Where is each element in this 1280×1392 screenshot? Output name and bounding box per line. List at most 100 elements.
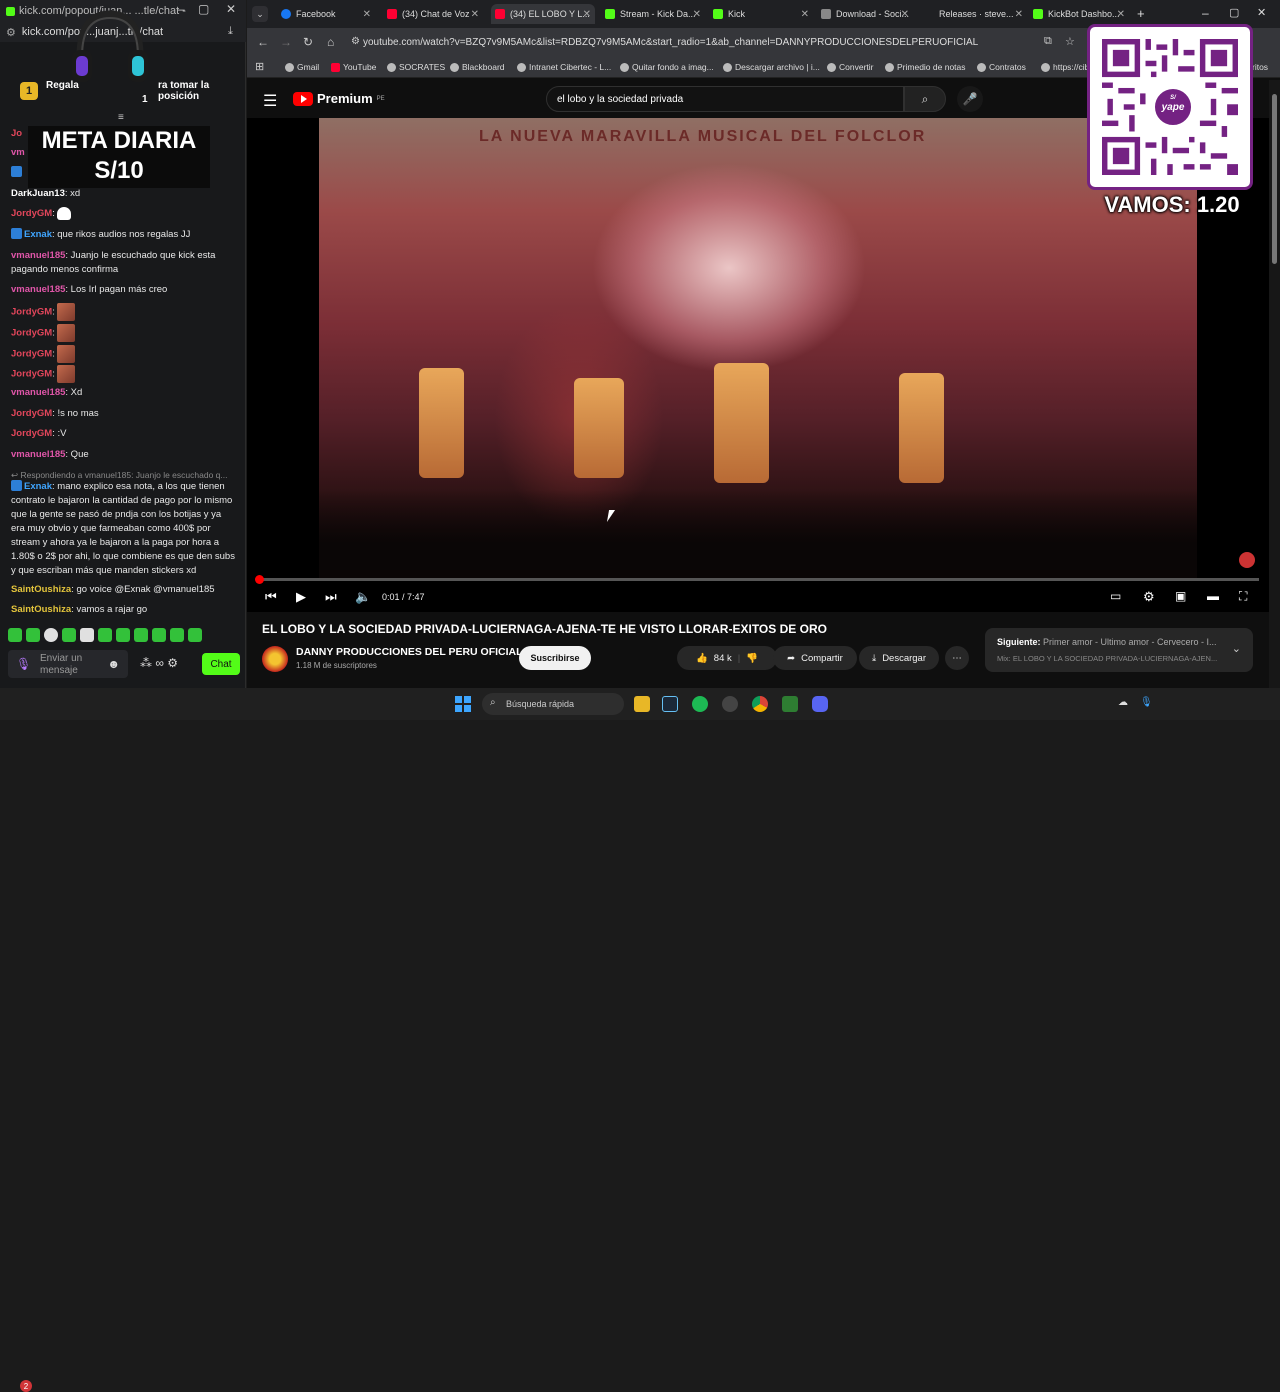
search-button[interactable]: ⌕ bbox=[904, 86, 946, 112]
emote-icon[interactable] bbox=[62, 628, 76, 642]
like-icon[interactable]: 👍 bbox=[696, 653, 708, 664]
tab-kick[interactable]: Kick ✕ bbox=[709, 4, 813, 24]
channel-watermark-icon[interactable] bbox=[1239, 552, 1255, 568]
emoji-picker-icon[interactable]: ☻ bbox=[107, 657, 120, 671]
apps-grid-icon[interactable]: ⊞ bbox=[255, 60, 264, 73]
chat-message-input[interactable]: 🎙 Enviar un mensaje ☻ bbox=[8, 650, 128, 678]
emote-icon[interactable] bbox=[44, 628, 58, 642]
forward-icon[interactable]: → bbox=[280, 35, 292, 49]
notification-badge[interactable]: 2 bbox=[20, 1380, 32, 1392]
like-count[interactable]: 84 k bbox=[714, 653, 732, 664]
chrome-icon[interactable] bbox=[752, 696, 768, 712]
download-icon[interactable]: ⤓ bbox=[228, 25, 233, 38]
search-input[interactable]: el lobo y la sociedad privada bbox=[546, 86, 904, 112]
volume-icon[interactable]: 🔈 bbox=[355, 589, 371, 605]
tray-mic-icon[interactable]: 🎙 bbox=[1140, 697, 1153, 708]
scrubber-handle[interactable] bbox=[255, 575, 265, 584]
emote-icon[interactable] bbox=[170, 628, 184, 642]
tab-kickbot[interactable]: KickBot Dashbo... ✕ bbox=[1029, 4, 1129, 24]
settings-icon[interactable]: ⚙ bbox=[1143, 589, 1155, 605]
bookmark-gmail[interactable]: Gmail bbox=[285, 62, 319, 72]
fullscreen-icon[interactable]: ⛶ bbox=[1239, 589, 1247, 604]
tab-el-lobo[interactable]: (34) EL LOBO Y L... ✕ bbox=[491, 4, 595, 24]
minimize-icon[interactable]: – bbox=[178, 2, 185, 16]
emote-icon[interactable] bbox=[116, 628, 130, 642]
tray-icon[interactable]: ☁ bbox=[1118, 697, 1128, 708]
cast-icon[interactable]: ⧉ bbox=[1044, 35, 1052, 48]
steam-icon[interactable] bbox=[662, 696, 678, 712]
scrollbar-thumb[interactable] bbox=[1272, 94, 1277, 264]
youtube-premium-logo[interactable]: Premium PE bbox=[293, 91, 385, 106]
emote-icon[interactable] bbox=[134, 628, 148, 642]
tab-stream-kick[interactable]: Stream - Kick Da... ✕ bbox=[601, 4, 705, 24]
file-explorer-icon[interactable] bbox=[634, 696, 650, 712]
tab-download[interactable]: Download - Soci... ✕ bbox=[817, 4, 913, 24]
bookmark-cibertec[interactable]: https://cib bbox=[1041, 62, 1089, 72]
bookmark-quitar-fondo[interactable]: Quitar fondo a imag... bbox=[620, 62, 714, 72]
windows-start-icon[interactable] bbox=[455, 696, 471, 712]
pinned-message[interactable]: 1 Regala ra tomar la posición 1 bbox=[8, 74, 240, 110]
emote-icon[interactable] bbox=[98, 628, 112, 642]
close-icon[interactable]: ✕ bbox=[226, 2, 236, 16]
tab-chat-de-voz[interactable]: (34) Chat de Voz ✕ bbox=[383, 4, 483, 24]
site-info-icon[interactable]: ⚙ bbox=[6, 26, 16, 39]
bookmark-favoritos[interactable]: ritos bbox=[1252, 62, 1268, 72]
page-scrollbar[interactable] bbox=[1269, 80, 1280, 688]
bookmark-contratos[interactable]: Contratos bbox=[977, 62, 1026, 72]
new-tab-icon[interactable]: + bbox=[1137, 6, 1145, 21]
mic-icon[interactable]: 🎙 bbox=[16, 657, 31, 671]
chat-send-button[interactable]: Chat bbox=[202, 653, 240, 675]
emote-icon[interactable] bbox=[152, 628, 166, 642]
bookmark-youtube[interactable]: YouTube bbox=[331, 62, 376, 72]
more-actions-icon[interactable]: ⋯ bbox=[945, 646, 969, 670]
video-frame[interactable]: LA NUEVA MARAVILLA MUSICAL DEL FOLCLOR bbox=[319, 118, 1197, 580]
miniplayer-icon[interactable]: ▣ bbox=[1175, 589, 1186, 603]
discord-icon[interactable] bbox=[812, 696, 828, 712]
bookmark-intranet[interactable]: Intranet Cibertec - L... bbox=[517, 62, 611, 72]
chevron-down-icon[interactable]: ⌄ bbox=[1232, 642, 1241, 655]
dislike-icon[interactable]: 👎 bbox=[746, 653, 758, 664]
share-button[interactable]: ➦ Compartir bbox=[773, 646, 857, 670]
play-icon[interactable]: ▶ bbox=[296, 589, 306, 605]
reload-icon[interactable]: ↻ bbox=[303, 35, 313, 49]
theater-mode-icon[interactable]: ▬ bbox=[1207, 589, 1219, 603]
channel-avatar[interactable] bbox=[262, 646, 288, 672]
chat-tools-icons[interactable]: ⁂ ∞ ⚙ bbox=[140, 656, 178, 670]
subscribe-button[interactable]: Suscribirse bbox=[519, 646, 591, 670]
bookmark-convertir[interactable]: Convertir bbox=[827, 62, 873, 72]
progress-bar[interactable] bbox=[255, 575, 1259, 584]
site-info-icon[interactable]: ⚙ bbox=[351, 36, 360, 47]
spotify-icon[interactable] bbox=[692, 696, 708, 712]
bookmark-socrates[interactable]: SOCRATES bbox=[387, 62, 445, 72]
subtitles-icon[interactable]: ▭ bbox=[1110, 589, 1121, 603]
bookmark-blackboard[interactable]: Blackboard bbox=[450, 62, 505, 72]
obs-icon[interactable] bbox=[722, 696, 738, 712]
maximize-window-icon[interactable]: ▢ bbox=[1229, 6, 1239, 19]
next-icon[interactable]: ⏭ bbox=[325, 589, 337, 605]
minimize-window-icon[interactable]: – bbox=[1202, 6, 1209, 20]
up-next-card[interactable]: Siguiente: Primer amor - Ultimo amor - C… bbox=[985, 628, 1253, 672]
menu-icon[interactable]: ☰ bbox=[263, 91, 277, 111]
app-icon[interactable] bbox=[782, 696, 798, 712]
download-button[interactable]: ⤓ Descargar bbox=[859, 646, 939, 670]
tab-search-icon[interactable]: ⌄ bbox=[252, 6, 268, 22]
emote-icon[interactable] bbox=[188, 628, 202, 642]
channel-name[interactable]: DANNY PRODUCCIONES DEL PERU OFICIAL bbox=[296, 646, 523, 658]
address-bar[interactable]: youtube.com/watch?v=BZQ7v9M5AMc&list=RDB… bbox=[363, 33, 1063, 51]
emote-icon[interactable] bbox=[80, 628, 94, 642]
home-icon[interactable]: ⌂ bbox=[327, 35, 334, 49]
back-icon[interactable]: ← bbox=[257, 35, 269, 49]
tab-releases[interactable]: Releases · steve... ✕ bbox=[937, 4, 1027, 24]
bookmark-descargar-archivo[interactable]: Descargar archivo | i... bbox=[723, 62, 820, 72]
emote-icon[interactable] bbox=[26, 628, 40, 642]
voice-search-button[interactable]: 🎤 bbox=[957, 86, 983, 112]
expand-pinned-icon[interactable]: ≡ bbox=[118, 112, 124, 123]
maximize-icon[interactable]: ▢ bbox=[198, 2, 209, 16]
previous-icon[interactable]: ⏮ bbox=[265, 589, 277, 605]
emote-icon[interactable] bbox=[8, 628, 22, 642]
bookmark-primedio[interactable]: Primedio de notas bbox=[885, 62, 966, 72]
bookmark-star-icon[interactable]: ☆ bbox=[1065, 35, 1075, 48]
close-window-icon[interactable]: ✕ bbox=[1257, 6, 1266, 19]
taskbar-search[interactable]: ⌕ Búsqueda rápida bbox=[482, 693, 624, 715]
tab-facebook[interactable]: Facebook ✕ bbox=[275, 4, 375, 24]
